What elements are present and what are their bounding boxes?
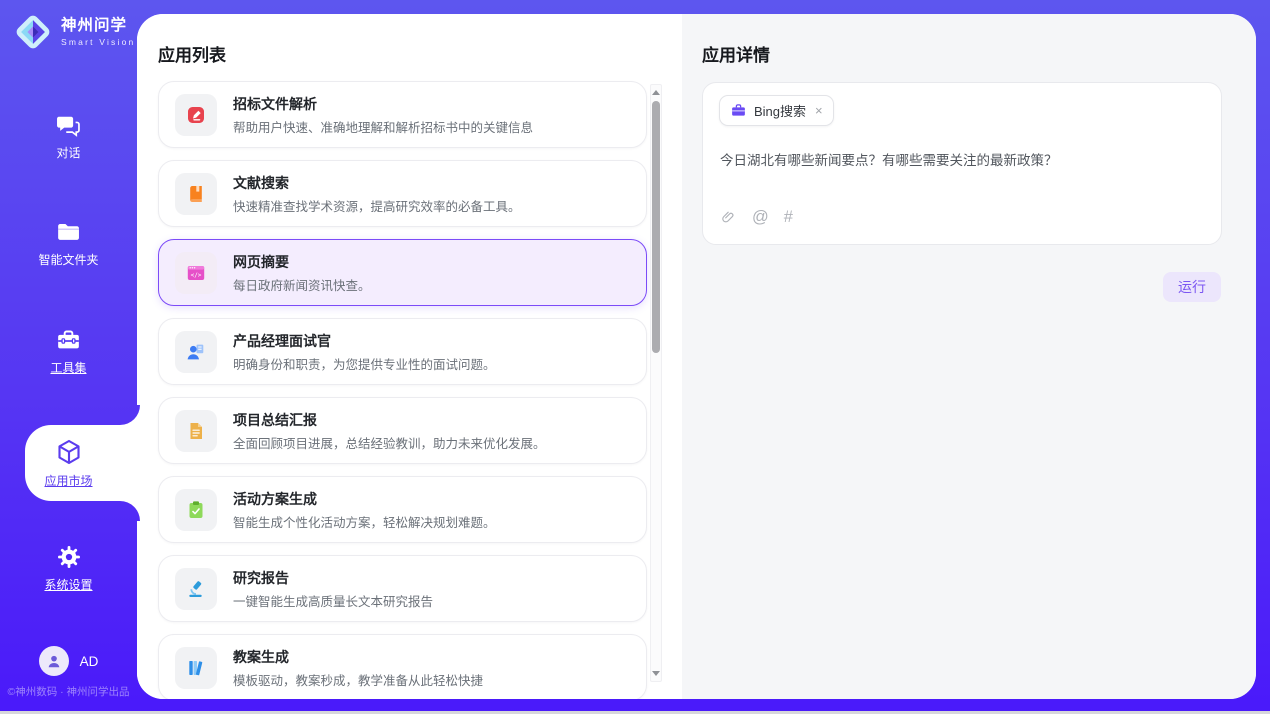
sidebar-item-label: 工具集 — [0, 359, 137, 376]
bubble-fillet-bottom — [120, 501, 140, 521]
avatar — [39, 646, 69, 676]
app-description: 全面回顾项目进展，总结经验教训，助力未来优化发展。 — [233, 433, 546, 452]
sidebar-item-chat[interactable]: 对话 — [0, 112, 137, 161]
gear-icon — [55, 543, 83, 571]
app-description: 快速精准查找学术资源，提高研究效率的必备工具。 — [233, 196, 521, 215]
research-report-icon — [184, 577, 208, 601]
app-name: 研究报告 — [233, 568, 433, 588]
icon-box — [175, 647, 217, 689]
brand-logo: 神州问学 Smart Vision — [12, 11, 135, 53]
sidebar-item-app-market[interactable]: 应用市场 — [0, 437, 137, 489]
app-card-literature-search[interactable]: 文献搜索 快速精准查找学术资源，提高研究效率的必备工具。 — [158, 160, 647, 227]
icon-box — [175, 94, 217, 136]
run-button[interactable]: 运行 — [1163, 272, 1221, 302]
briefcase-icon — [730, 102, 747, 119]
chat-icon — [55, 112, 82, 139]
app-card-activity-plan[interactable]: 活动方案生成 智能生成个性化活动方案，轻松解决规划难题。 — [158, 476, 647, 543]
icon-box — [175, 331, 217, 373]
app-name: 教案生成 — [233, 647, 483, 667]
app-detail-title: 应用详情 — [702, 41, 770, 66]
app-name: 文献搜索 — [233, 173, 521, 193]
cube-icon — [54, 437, 84, 467]
bubble-fillet-top — [120, 405, 140, 425]
app-card-research-report[interactable]: 研究报告 一键智能生成高质量长文本研究报告 — [158, 555, 647, 622]
app-list-pane: 应用列表 招标文件解析 帮助用户快速、准确地理解和解析招标书中的关键信息 — [137, 14, 682, 699]
app-card-webpage-summary[interactable]: </> 网页摘要 每日政府新闻资讯快查。 — [158, 239, 647, 306]
sidebar-item-smart-folders[interactable]: 智能文件夹 — [0, 219, 137, 268]
brand-name: 神州问学 — [61, 17, 135, 34]
list-scrollbar[interactable] — [650, 84, 662, 682]
folder-icon — [55, 219, 82, 246]
app-card-project-summary[interactable]: 项目总结汇报 全面回顾项目进展，总结经验教训，助力未来优化发展。 — [158, 397, 647, 464]
brand-subtitle: Smart Vision — [61, 37, 135, 47]
app-card-list: 招标文件解析 帮助用户快速、准确地理解和解析招标书中的关键信息 文献搜索 — [158, 81, 647, 699]
app-name: 项目总结汇报 — [233, 410, 546, 430]
mention-icon[interactable]: @ — [752, 209, 769, 226]
app-description: 模板驱动，教案秒成，教学准备从此轻松快捷 — [233, 670, 483, 689]
app-description: 一键智能生成高质量长文本研究报告 — [233, 591, 433, 610]
activity-plan-icon — [184, 498, 208, 522]
tool-tag-label: Bing搜索 — [754, 101, 806, 120]
sidebar-item-label: 系统设置 — [0, 576, 137, 593]
app-name: 招标文件解析 — [233, 94, 533, 114]
paperclip-icon[interactable] — [720, 209, 737, 226]
app-list-title: 应用列表 — [158, 41, 226, 66]
app-detail-pane: 应用详情 Bing搜索 × 今日湖北有哪些新闻要点？有哪些需要关注的最新政策？ — [682, 14, 1256, 699]
toolbox-icon — [55, 327, 82, 354]
tag-close-icon[interactable]: × — [815, 104, 823, 117]
app-name: 产品经理面试官 — [233, 331, 496, 351]
app-description: 明确身份和职责，为您提供专业性的面试问题。 — [233, 354, 496, 373]
app-description: 智能生成个性化活动方案，轻松解决规划难题。 — [233, 512, 496, 531]
app-card-tender-analysis[interactable]: 招标文件解析 帮助用户快速、准确地理解和解析招标书中的关键信息 — [158, 81, 647, 148]
pm-interviewer-icon — [184, 340, 208, 364]
user-bust-icon — [44, 651, 64, 671]
icon-box: </> — [175, 252, 217, 294]
icon-box — [175, 489, 217, 531]
icon-box — [175, 410, 217, 452]
webpage-summary-icon: </> — [184, 261, 208, 285]
app-card-pm-interviewer[interactable]: 产品经理面试官 明确身份和职责，为您提供专业性的面试问题。 — [158, 318, 647, 385]
icon-box — [175, 568, 217, 610]
tender-analysis-icon — [184, 103, 208, 127]
svg-text:</>: </> — [191, 271, 202, 278]
sidebar-item-label: 对话 — [0, 144, 137, 161]
tool-tag-bing-search[interactable]: Bing搜索 × — [719, 95, 834, 126]
lesson-plan-icon — [184, 656, 208, 680]
sidebar-item-label: 应用市场 — [0, 472, 137, 489]
attachment-toolbar: @ # — [720, 209, 793, 226]
sidebar-item-settings[interactable]: 系统设置 — [0, 543, 137, 593]
content-panel: 应用列表 招标文件解析 帮助用户快速、准确地理解和解析招标书中的关键信息 — [137, 14, 1256, 699]
user-name: AD — [80, 654, 99, 669]
literature-search-icon — [184, 182, 208, 206]
app-name: 活动方案生成 — [233, 489, 496, 509]
scrollbar-thumb[interactable] — [652, 101, 660, 353]
sidebar-item-toolset[interactable]: 工具集 — [0, 327, 137, 376]
app-description: 每日政府新闻资讯快查。 — [233, 275, 371, 294]
app-window: 神州问学 Smart Vision 对话 智能文件夹 工具集 — [0, 0, 1270, 714]
scroll-down-icon[interactable] — [652, 671, 660, 676]
scroll-up-icon[interactable] — [652, 90, 660, 95]
app-name: 网页摘要 — [233, 252, 371, 272]
brand-diamond-icon — [12, 11, 54, 53]
app-card-lesson-plan[interactable]: 教案生成 模板驱动，教案秒成，教学准备从此轻松快捷 — [158, 634, 647, 699]
user-account[interactable]: AD — [0, 646, 137, 676]
icon-box — [175, 173, 217, 215]
sidebar-item-label: 智能文件夹 — [0, 251, 137, 268]
app-description: 帮助用户快速、准确地理解和解析招标书中的关键信息 — [233, 117, 533, 136]
project-summary-icon — [184, 419, 208, 443]
prompt-card[interactable]: Bing搜索 × 今日湖北有哪些新闻要点？有哪些需要关注的最新政策？ @ # — [702, 82, 1222, 245]
query-text[interactable]: 今日湖北有哪些新闻要点？有哪些需要关注的最新政策？ — [720, 149, 1205, 169]
hash-icon[interactable]: # — [784, 209, 793, 226]
sidebar-footer: ©神州数码 · 神州问学出品 — [0, 684, 137, 699]
